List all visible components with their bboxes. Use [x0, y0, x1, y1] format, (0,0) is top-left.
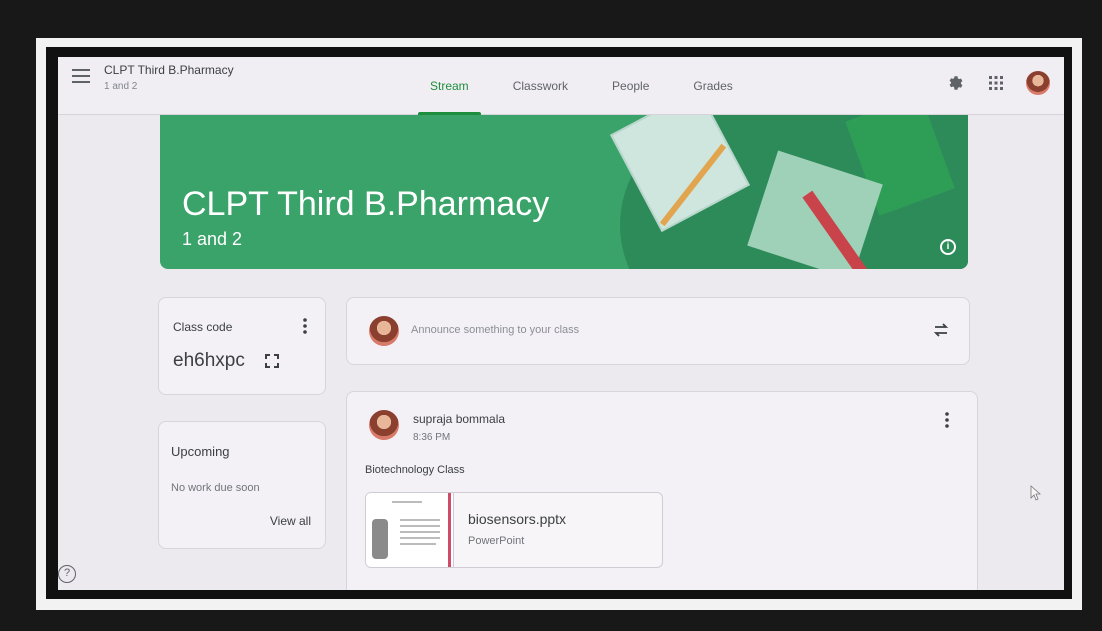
tab-people[interactable]: People	[590, 57, 671, 115]
repost-icon[interactable]	[931, 320, 951, 340]
stream-post: supraja bommala 8:36 PM Biotechnology Cl…	[346, 391, 978, 590]
post-time: 8:36 PM	[413, 432, 451, 443]
attachment-name: biosensors.pptx	[468, 511, 567, 527]
tab-classwork[interactable]: Classwork	[491, 57, 590, 115]
fullscreen-icon[interactable]	[265, 354, 279, 368]
tab-bar: Stream Classwork People Grades	[408, 57, 755, 115]
announce-card[interactable]: Announce something to your class	[346, 297, 970, 365]
info-icon[interactable]: i	[940, 239, 956, 255]
post-author: supraja bommala	[413, 412, 506, 426]
tab-stream[interactable]: Stream	[408, 57, 491, 115]
upcoming-card: Upcoming No work due soon View all	[158, 421, 326, 549]
view-all-link[interactable]: View all	[270, 514, 311, 528]
apps-grid-icon[interactable]	[986, 73, 1006, 93]
class-code-label: Class code	[173, 320, 233, 334]
banner-subtitle: 1 and 2	[182, 229, 243, 249]
post-text: Biotechnology Class	[365, 464, 465, 476]
screen: CLPT Third B.Pharmacy 1 and 2 Stream Cla…	[58, 57, 1064, 590]
class-code-value: eh6hxpc	[173, 350, 245, 371]
account-avatar[interactable]	[1026, 71, 1050, 95]
avatar	[369, 316, 399, 346]
more-vert-icon[interactable]	[301, 316, 309, 336]
attachment-type: PowerPoint	[468, 535, 525, 547]
menu-icon[interactable]	[72, 69, 90, 83]
header-class-title[interactable]: CLPT Third B.Pharmacy	[104, 63, 234, 77]
mouse-cursor-icon	[1030, 485, 1042, 501]
attachment-card[interactable]: biosensors.pptx PowerPoint	[365, 492, 663, 568]
settings-icon[interactable]	[946, 73, 966, 93]
announce-input[interactable]: Announce something to your class	[411, 324, 579, 336]
avatar	[369, 410, 399, 440]
header-class-subtitle: 1 and 2	[104, 81, 138, 92]
class-banner: CLPT Third B.Pharmacy 1 and 2 i	[160, 115, 968, 269]
banner-title: CLPT Third B.Pharmacy	[182, 185, 550, 223]
upcoming-title: Upcoming	[171, 444, 230, 459]
more-vert-icon[interactable]	[943, 410, 951, 430]
upcoming-empty-text: No work due soon	[171, 482, 260, 494]
top-right-actions	[946, 71, 1050, 95]
tab-grades[interactable]: Grades	[671, 57, 754, 115]
attachment-thumbnail	[366, 493, 454, 567]
class-code-card: Class code eh6hxpc	[158, 297, 326, 395]
help-icon[interactable]: ?	[58, 565, 76, 583]
top-bar: CLPT Third B.Pharmacy 1 and 2 Stream Cla…	[58, 57, 1064, 115]
